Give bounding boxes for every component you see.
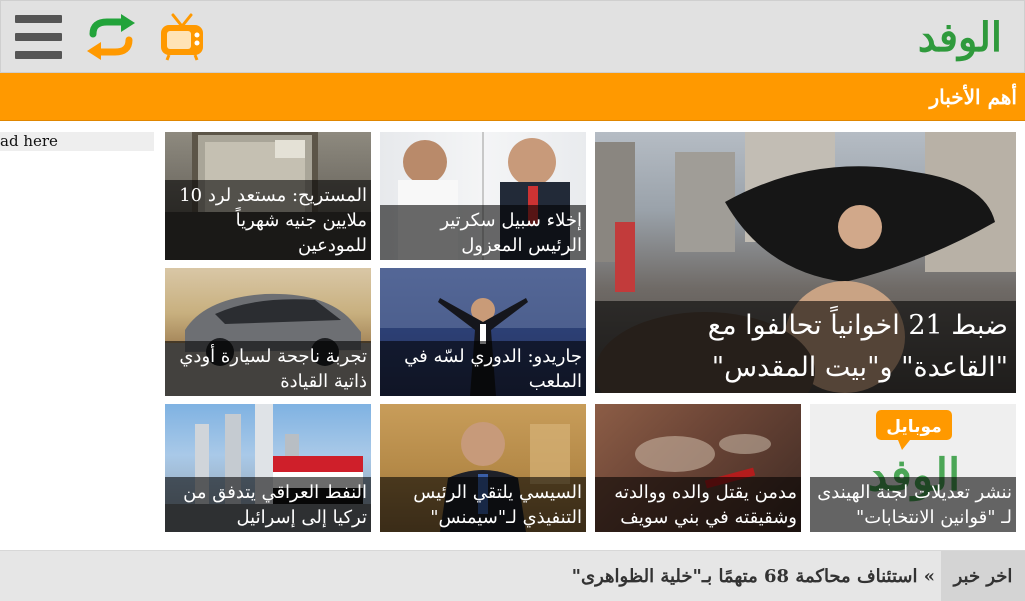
tv-icon[interactable] [159, 13, 205, 61]
news-title[interactable]: مدمن يقتل والده ووالدته وشقيقته في بني س… [595, 477, 801, 532]
featured-news-tile[interactable]: ضبط 21 اخوانياً تحالفوا مع "القاعدة" و"ب… [595, 132, 1016, 393]
breaking-news-ticker: اخر خبر » استئناف محاكمة 68 متهمًا بـ"خل… [0, 550, 1025, 601]
news-tile[interactable]: جاريدو: الدوري لسّه في الملعب [380, 268, 586, 396]
refresh-icon[interactable] [85, 14, 137, 60]
ad-placeholder[interactable]: ad here [0, 132, 154, 151]
ticker-label: اخر خبر [941, 551, 1025, 601]
news-tile[interactable]: السيسي يلتقي الرئيس التنفيذي لـ"سيمنس" [380, 404, 586, 532]
news-tile[interactable]: تجربة ناجحة لسيارة أودي ذاتية القيادة [165, 268, 371, 396]
site-logo[interactable]: الوفد [898, 11, 1004, 65]
ticker-headline[interactable]: » استئناف محاكمة 68 متهمًا بـ"خلية الظوا… [572, 551, 935, 601]
mobile-badge: موبايل [886, 417, 942, 437]
news-title[interactable]: ضبط 21 اخوانياً تحالفوا مع "القاعدة" و"ب… [595, 301, 1016, 393]
news-tile[interactable]: إخلاء سبيل سكرتير الرئيس المعزول [380, 132, 586, 260]
top-bar: الوفد [0, 0, 1025, 73]
news-title[interactable]: ننشر تعديلات لجنة الهيندى لـ "قوانين الا… [810, 477, 1016, 532]
news-tile[interactable]: مدمن يقتل والده ووالدته وشقيقته في بني س… [595, 404, 801, 532]
section-header: أهم الأخبار [0, 73, 1025, 121]
news-title[interactable]: النفط العراقي يتدفق من تركيا إلى إسرائيل [165, 477, 371, 532]
news-tile[interactable]: النفط العراقي يتدفق من تركيا إلى إسرائيل [165, 404, 371, 532]
section-title: أهم الأخبار [929, 85, 1018, 109]
news-title[interactable]: إخلاء سبيل سكرتير الرئيس المعزول [380, 205, 586, 260]
news-title[interactable]: جاريدو: الدوري لسّه في الملعب [380, 341, 586, 396]
news-title[interactable]: تجربة ناجحة لسيارة أودي ذاتية القيادة [165, 341, 371, 396]
news-tile[interactable]: موبايل الوفد ننشر تعديلات لجنة الهيندى ل… [810, 404, 1016, 532]
news-title[interactable]: السيسي يلتقي الرئيس التنفيذي لـ"سيمنس" [380, 477, 586, 532]
logo-text: الوفد [917, 14, 1004, 61]
news-title[interactable]: المستريح: مستعد لرد 10 ملايين جنيه شهريا… [165, 180, 371, 260]
news-tile[interactable]: المستريح: مستعد لرد 10 ملايين جنيه شهريا… [165, 132, 371, 260]
menu-icon[interactable] [15, 15, 62, 59]
